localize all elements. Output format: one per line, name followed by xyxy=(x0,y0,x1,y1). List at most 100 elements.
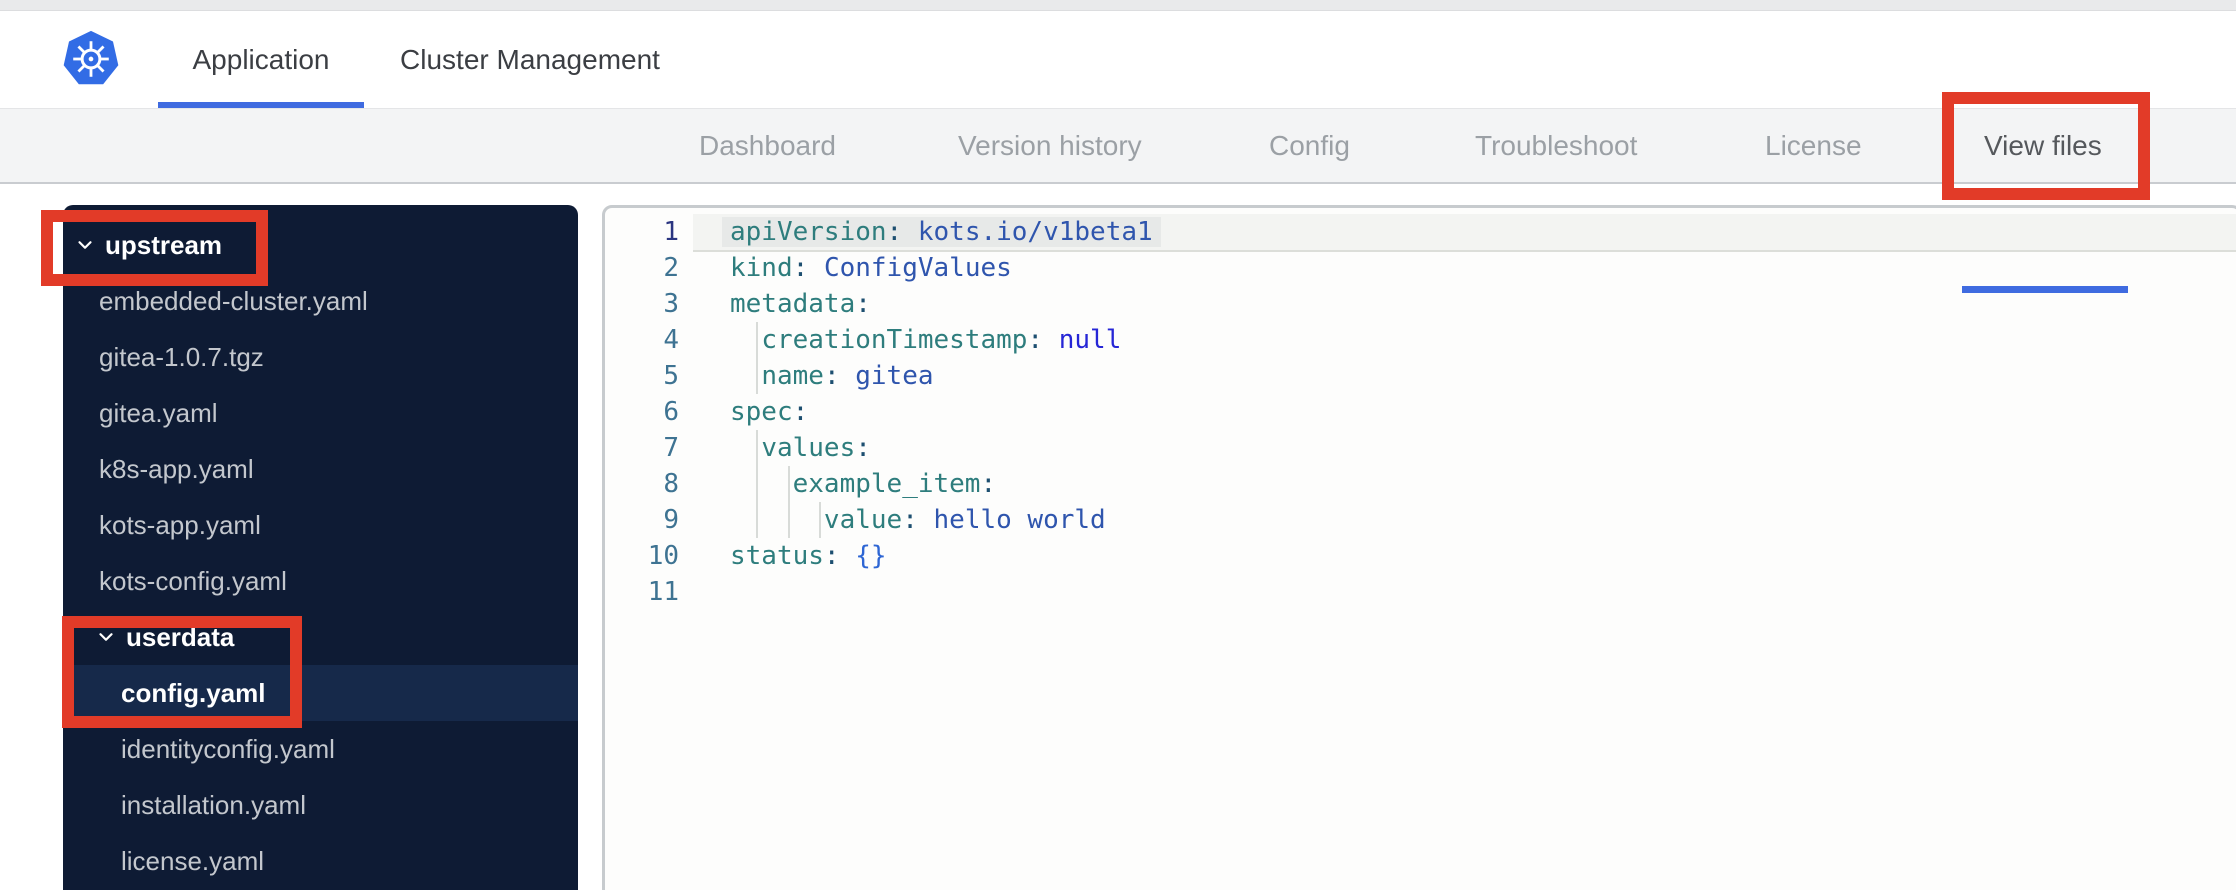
code-text: creationTimestamp: null xyxy=(730,325,1121,355)
code-text: name: gitea xyxy=(730,361,933,391)
selected-text: apiVersion: kots.io/v1beta1 xyxy=(722,217,1161,247)
token-key: kind xyxy=(730,253,793,283)
tree-item-label: k8s-app.yaml xyxy=(99,453,254,484)
file-k8s-app-yaml[interactable]: k8s-app.yaml xyxy=(63,441,578,497)
app-navbar: Dashboard Version history Config Troublesho… xyxy=(0,108,2236,293)
header-tab-application[interactable]: Application xyxy=(158,11,364,108)
code-line-content: example_item: xyxy=(693,466,2236,502)
tree-item-label: identityconfig.yaml xyxy=(121,733,335,764)
window-top-strip xyxy=(0,0,2236,11)
line-number: 5 xyxy=(663,361,679,391)
line-number: 2 xyxy=(663,253,679,283)
token-punc: : xyxy=(823,361,856,391)
file-config-yaml[interactable]: config.yaml xyxy=(63,665,578,721)
nav-tab-troubleshoot[interactable]: Troubleshoot xyxy=(1475,109,1637,183)
yaml-code-editor[interactable]: 1 apiVersion: kots.io/v1beta1 2 kind: Confi… xyxy=(602,205,2236,890)
file-gitea-1-0-7-tgz[interactable]: gitea-1.0.7.tgz xyxy=(63,329,578,385)
tree-item-label: gitea-1.0.7.tgz xyxy=(99,341,264,372)
code-line[interactable]: 7 values: xyxy=(605,430,2236,466)
token-punc: : xyxy=(792,253,824,283)
line-number: 6 xyxy=(663,397,679,427)
folder-upstream[interactable]: upstream xyxy=(63,217,578,273)
code-line[interactable]: 10 status: {} xyxy=(605,538,2236,574)
kots-admin-console: Application Cluster Management Dashboard V… xyxy=(0,0,2236,890)
line-number: 3 xyxy=(663,289,679,319)
tree-item-label: userdata xyxy=(126,621,235,652)
nav-tab-view-files[interactable]: View files xyxy=(1984,109,2102,183)
code-line[interactable]: 1 apiVersion: kots.io/v1beta1 xyxy=(605,214,2236,250)
nav-tab-license[interactable]: License xyxy=(1765,109,1862,183)
code-text: status: {} xyxy=(730,541,887,571)
code-text: example_item: xyxy=(730,469,997,499)
code-line-content: status: {} xyxy=(693,538,2236,574)
chevron-down-icon xyxy=(94,625,118,649)
code-line-content: name: gitea xyxy=(693,358,2236,394)
tree-item-label: kots-app.yaml xyxy=(99,509,261,540)
indent-guide xyxy=(756,358,759,394)
tree-item-label: gitea.yaml xyxy=(99,397,218,428)
nav-tab-dashboard[interactable]: Dashboard xyxy=(699,109,836,183)
file-license-yaml[interactable]: license.yaml xyxy=(63,833,578,889)
file-kots-config-yaml[interactable]: kots-config.yaml xyxy=(63,553,578,609)
token-punc: : xyxy=(855,289,871,319)
token-key: values xyxy=(761,433,856,463)
token-key: value xyxy=(823,505,903,535)
line-number: 1 xyxy=(663,217,679,247)
tree-item-label: kots-config.yaml xyxy=(99,565,287,596)
code-line[interactable]: 8 example_item: xyxy=(605,466,2236,502)
token-punc: : xyxy=(1027,325,1059,355)
line-number: 4 xyxy=(663,325,679,355)
code-line[interactable]: 11 xyxy=(605,574,2236,610)
app-header: Application Cluster Management xyxy=(0,11,2236,108)
token-punc: : xyxy=(823,541,856,571)
indent-guide xyxy=(756,430,759,466)
file-gitea-yaml[interactable]: gitea.yaml xyxy=(63,385,578,441)
tree-item-label: installation.yaml xyxy=(121,789,306,820)
token-key: example_item xyxy=(792,469,981,499)
header-tab-label: Cluster Management xyxy=(400,43,660,75)
file-tree: upstream embedded-cluster.yaml gitea-1.0.7… xyxy=(63,205,578,890)
indent-guide xyxy=(756,502,759,538)
token-key: apiVersion xyxy=(730,217,887,247)
nav-tab-version-history[interactable]: Version history xyxy=(958,109,1142,183)
token-punc: : xyxy=(902,505,934,535)
folder-userdata[interactable]: userdata xyxy=(63,609,578,665)
file-embedded-cluster-yaml[interactable]: embedded-cluster.yaml xyxy=(63,273,578,329)
code-line-content: kind: ConfigValues xyxy=(693,250,2236,286)
token-key: spec xyxy=(730,397,793,427)
code-line[interactable]: 4 creationTimestamp: null xyxy=(605,322,2236,358)
token-key: creationTimestamp xyxy=(761,325,1028,355)
code-line-content: values: xyxy=(693,430,2236,466)
indent-guide xyxy=(756,466,759,502)
token-key: name xyxy=(761,361,824,391)
line-number: 7 xyxy=(663,433,679,463)
file-identityconfig-yaml[interactable]: identityconfig.yaml xyxy=(63,721,578,777)
file-kots-app-yaml[interactable]: kots-app.yaml xyxy=(63,497,578,553)
line-number: 11 xyxy=(647,577,679,607)
code-text: values: xyxy=(730,433,871,463)
code-line[interactable]: 6 spec: xyxy=(605,394,2236,430)
code-line[interactable]: 2 kind: ConfigValues xyxy=(605,250,2236,286)
header-tab-cluster-management[interactable]: Cluster Management xyxy=(365,11,695,108)
code-line-content: apiVersion: kots.io/v1beta1 xyxy=(693,214,2236,250)
token-null: null xyxy=(1058,325,1122,355)
chevron-down-icon xyxy=(73,233,97,257)
indent-guide xyxy=(756,322,759,358)
token-key: status xyxy=(730,541,824,571)
token-punc: : xyxy=(980,469,997,499)
code-line-content xyxy=(693,574,2236,610)
indent-guide xyxy=(787,502,790,538)
file-installation-yaml[interactable]: installation.yaml xyxy=(63,777,578,833)
token-val: kots.io/v1beta1 xyxy=(917,217,1153,247)
token-val: ConfigValues xyxy=(823,253,1012,283)
tree-item-label: license.yaml xyxy=(121,845,265,876)
token-punc: : xyxy=(886,217,918,247)
token-key: metadata xyxy=(730,289,856,319)
code-line[interactable]: 5 name: gitea xyxy=(605,358,2236,394)
code-text: value: hello world xyxy=(730,505,1106,535)
line-number: 8 xyxy=(663,469,679,499)
code-line-content: creationTimestamp: null xyxy=(693,322,2236,358)
nav-tab-config[interactable]: Config xyxy=(1269,109,1350,183)
header-tab-label: Application xyxy=(192,43,330,75)
code-line[interactable]: 9 value: hello world xyxy=(605,502,2236,538)
